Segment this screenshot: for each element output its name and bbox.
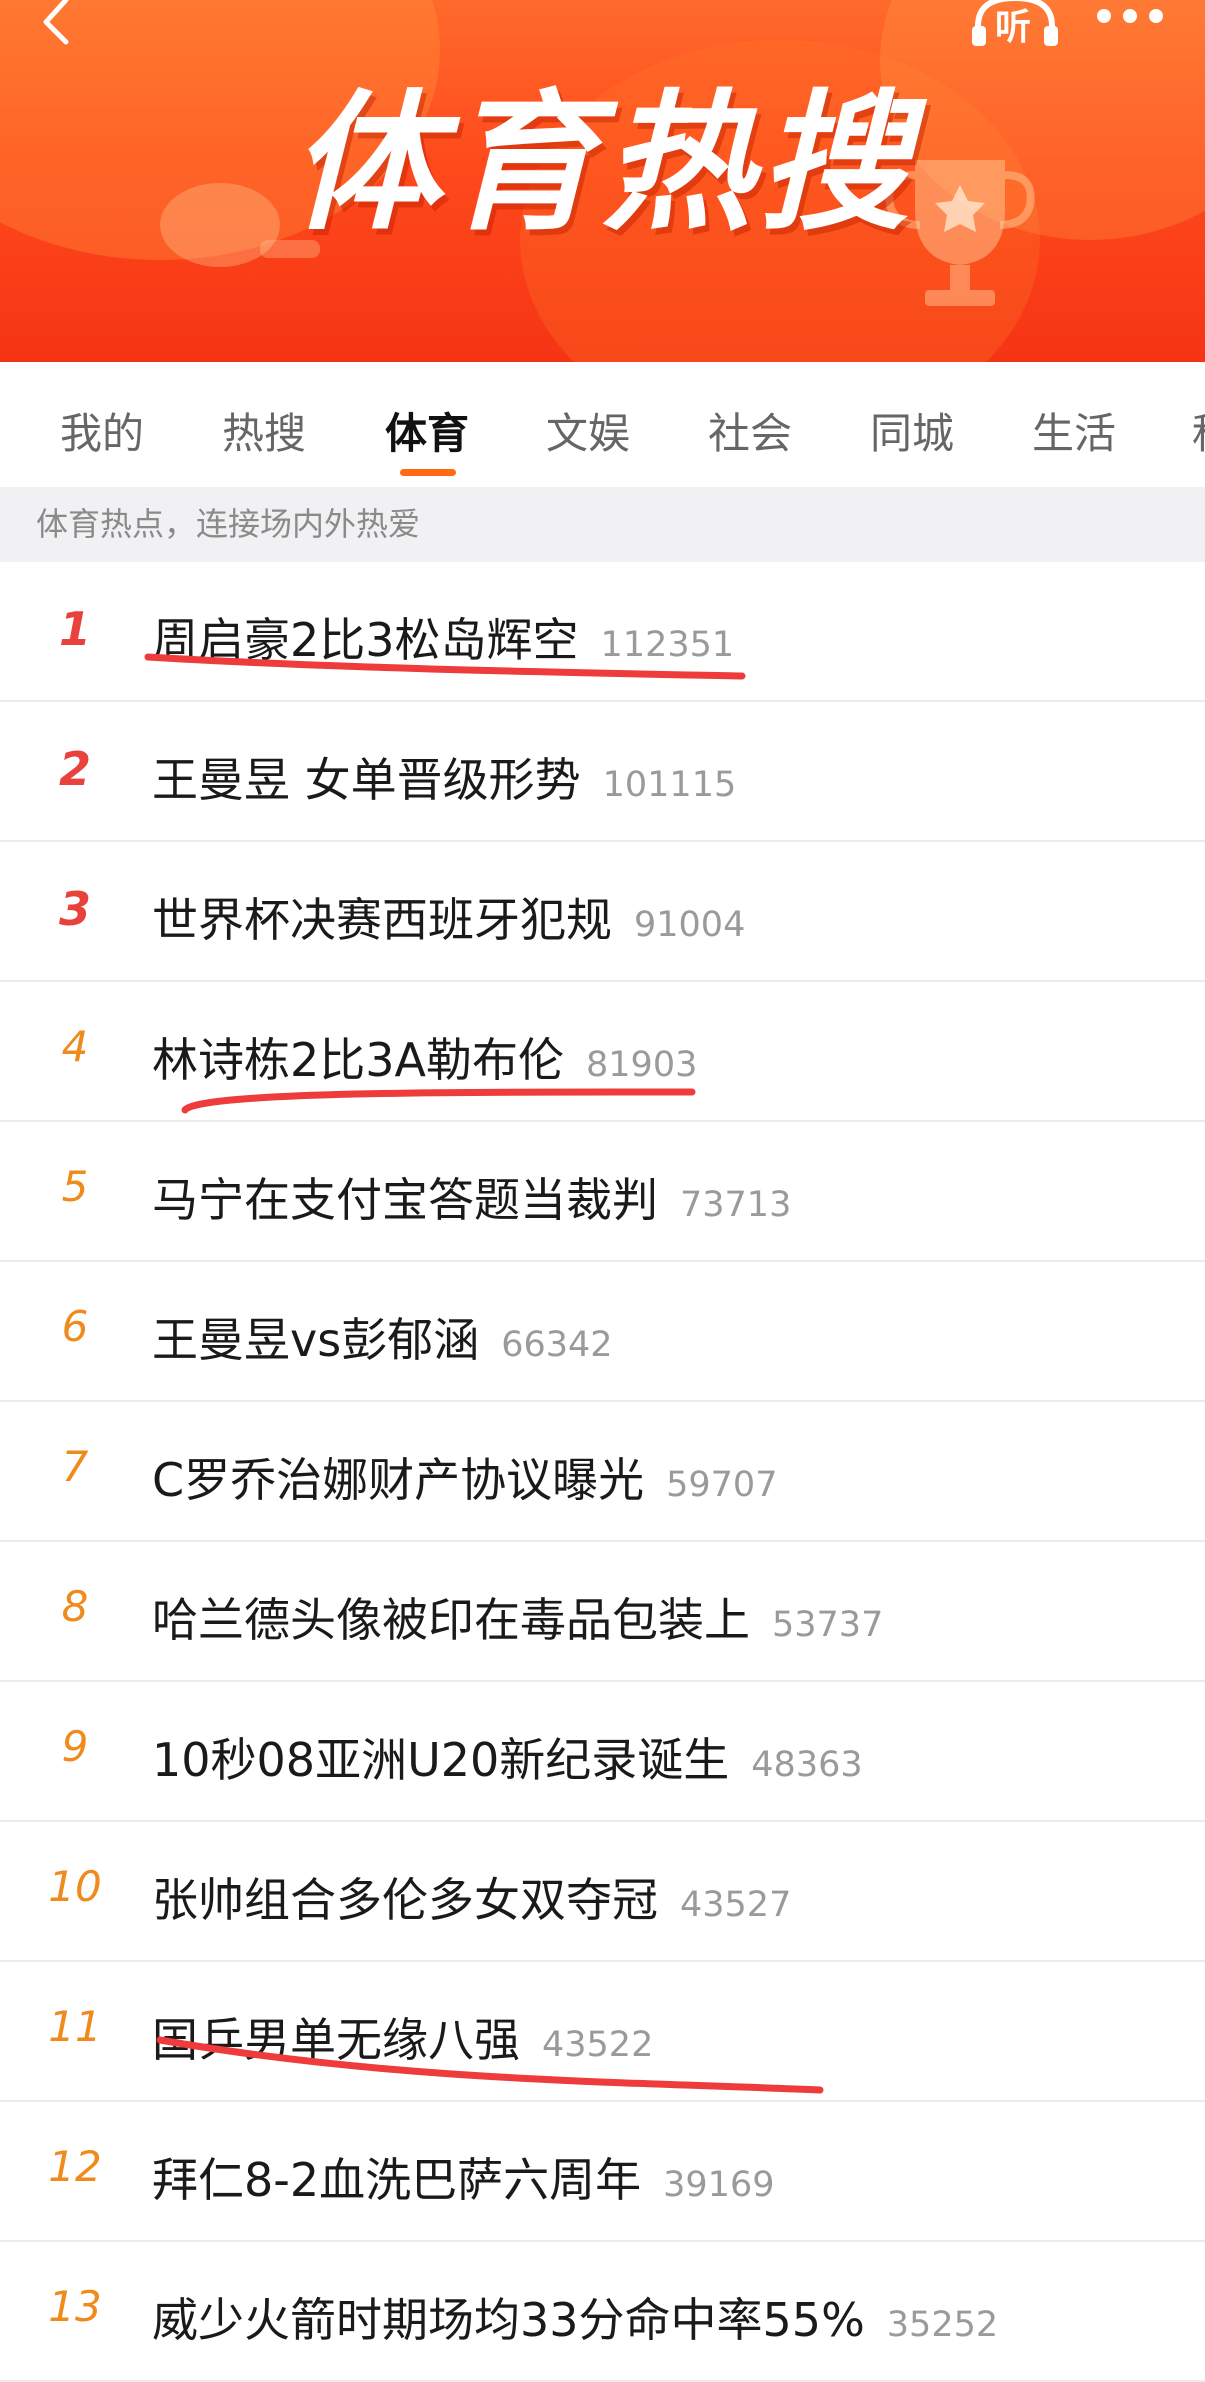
tab-local[interactable]: 同城 bbox=[870, 400, 954, 461]
topic-title: 国乒男单无缘八强 bbox=[152, 2013, 520, 2067]
heat-count: 53737 bbox=[772, 1605, 884, 1645]
rank-number: 9 bbox=[61, 1722, 89, 1771]
rank-number: 5 bbox=[61, 1162, 89, 1211]
list-item[interactable]: 5 马宁在支付宝答题当裁判 73713 bbox=[0, 1122, 1205, 1262]
heat-count: 101115 bbox=[602, 765, 737, 805]
topic-title: 威少火箭时期场均33分命中率55% bbox=[152, 2293, 865, 2347]
list-item[interactable]: 13 威少火箭时期场均33分命中率55% 35252 bbox=[0, 2242, 1205, 2382]
list-item[interactable]: 9 10秒08亚洲U20新纪录诞生 48363 bbox=[0, 1682, 1205, 1822]
rank-number: 10 bbox=[48, 1862, 102, 1911]
list-item[interactable]: 1 周启豪2比3松岛辉空 112351 bbox=[0, 562, 1205, 702]
active-tab-indicator bbox=[400, 469, 456, 476]
heat-count: 59707 bbox=[666, 1465, 778, 1505]
chevron-left-icon[interactable] bbox=[30, 0, 80, 46]
section-subtitle: 体育热点，连接场内外热爱 bbox=[36, 505, 421, 543]
topic-title: 世界杯决赛西班牙犯规 bbox=[152, 893, 612, 947]
list-item[interactable]: 4 林诗栋2比3A勒布伦 81903 bbox=[0, 982, 1205, 1122]
hot-search-list: 1 周启豪2比3松岛辉空 112351 2 王曼昱 女单晋级形势 101115 3 … bbox=[0, 562, 1205, 2382]
rank-number: 12 bbox=[48, 2142, 102, 2191]
more-dots-icon[interactable] bbox=[1090, 0, 1170, 40]
tab-society[interactable]: 社会 bbox=[708, 400, 792, 461]
list-item[interactable]: 3 世界杯决赛西班牙犯规 91004 bbox=[0, 842, 1205, 982]
heat-count: 81903 bbox=[586, 1045, 698, 1085]
topic-title: 王曼昱 女单晋级形势 bbox=[152, 753, 581, 807]
topic-title: 张帅组合多伦多女双夺冠 bbox=[152, 1873, 658, 1927]
topic-title: 马宁在支付宝答题当裁判 bbox=[152, 1173, 658, 1227]
section-subtitle-bar: 体育热点，连接场内外热爱 bbox=[0, 487, 1205, 562]
topic-title: 10秒08亚洲U20新纪录诞生 bbox=[152, 1733, 730, 1787]
tab-hot[interactable]: 热搜 bbox=[222, 400, 306, 461]
rank-number: 11 bbox=[48, 2002, 102, 2051]
rank-number: 8 bbox=[61, 1582, 89, 1631]
tab-life[interactable]: 生活 bbox=[1032, 400, 1116, 461]
tab-mine[interactable]: 我的 bbox=[60, 400, 144, 461]
rank-number: 6 bbox=[61, 1302, 89, 1351]
rank-number: 4 bbox=[61, 1022, 89, 1071]
rank-number: 13 bbox=[48, 2282, 102, 2331]
list-item[interactable]: 10 张帅组合多伦多女双夺冠 43527 bbox=[0, 1822, 1205, 1962]
topic-title: 周启豪2比3松岛辉空 bbox=[152, 613, 579, 667]
listen-button[interactable]: 听 bbox=[970, 0, 1060, 48]
heat-count: 48363 bbox=[751, 1745, 863, 1785]
listen-label: 听 bbox=[995, 7, 1032, 48]
heat-count: 35252 bbox=[886, 2305, 999, 2345]
tab-entertainment[interactable]: 文娱 bbox=[546, 400, 630, 461]
category-tabs: 我的 热搜 体育 文娱 社会 同城 生活 科 bbox=[0, 362, 1205, 487]
topic-title: 拜仁8-2血洗巴萨六周年 bbox=[152, 2153, 642, 2207]
rank-number: 3 bbox=[58, 882, 91, 936]
topic-title: C罗乔治娜财产协议曝光 bbox=[152, 1453, 645, 1507]
heat-count: 73713 bbox=[680, 1185, 792, 1225]
list-item[interactable]: 11 国乒男单无缘八强 43522 bbox=[0, 1962, 1205, 2102]
rank-number: 2 bbox=[58, 742, 91, 796]
heat-count: 112351 bbox=[600, 625, 735, 665]
heat-count: 66342 bbox=[501, 1325, 613, 1365]
topic-title: 哈兰德头像被印在毒品包装上 bbox=[152, 1593, 750, 1647]
tab-tech[interactable]: 科 bbox=[1192, 400, 1205, 461]
topic-title: 王曼昱vs彭郁涵 bbox=[152, 1313, 480, 1367]
rank-number: 7 bbox=[61, 1442, 89, 1491]
list-item[interactable]: 7 C罗乔治娜财产协议曝光 59707 bbox=[0, 1402, 1205, 1542]
list-item[interactable]: 8 哈兰德头像被印在毒品包装上 53737 bbox=[0, 1542, 1205, 1682]
page-title: 体育热搜 bbox=[290, 77, 915, 251]
rank-number: 1 bbox=[58, 602, 91, 656]
heat-count: 43522 bbox=[542, 2025, 654, 2065]
topic-title: 林诗栋2比3A勒布伦 bbox=[152, 1033, 565, 1087]
header-banner: 体育热搜 听 bbox=[0, 0, 1205, 362]
list-item[interactable]: 2 王曼昱 女单晋级形势 101115 bbox=[0, 702, 1205, 842]
list-item[interactable]: 6 王曼昱vs彭郁涵 66342 bbox=[0, 1262, 1205, 1402]
heat-count: 39169 bbox=[663, 2165, 775, 2205]
heat-count: 91004 bbox=[634, 905, 746, 945]
tab-sports[interactable]: 体育 bbox=[385, 400, 469, 461]
list-item[interactable]: 12 拜仁8-2血洗巴萨六周年 39169 bbox=[0, 2102, 1205, 2242]
heat-count: 43527 bbox=[680, 1885, 792, 1925]
